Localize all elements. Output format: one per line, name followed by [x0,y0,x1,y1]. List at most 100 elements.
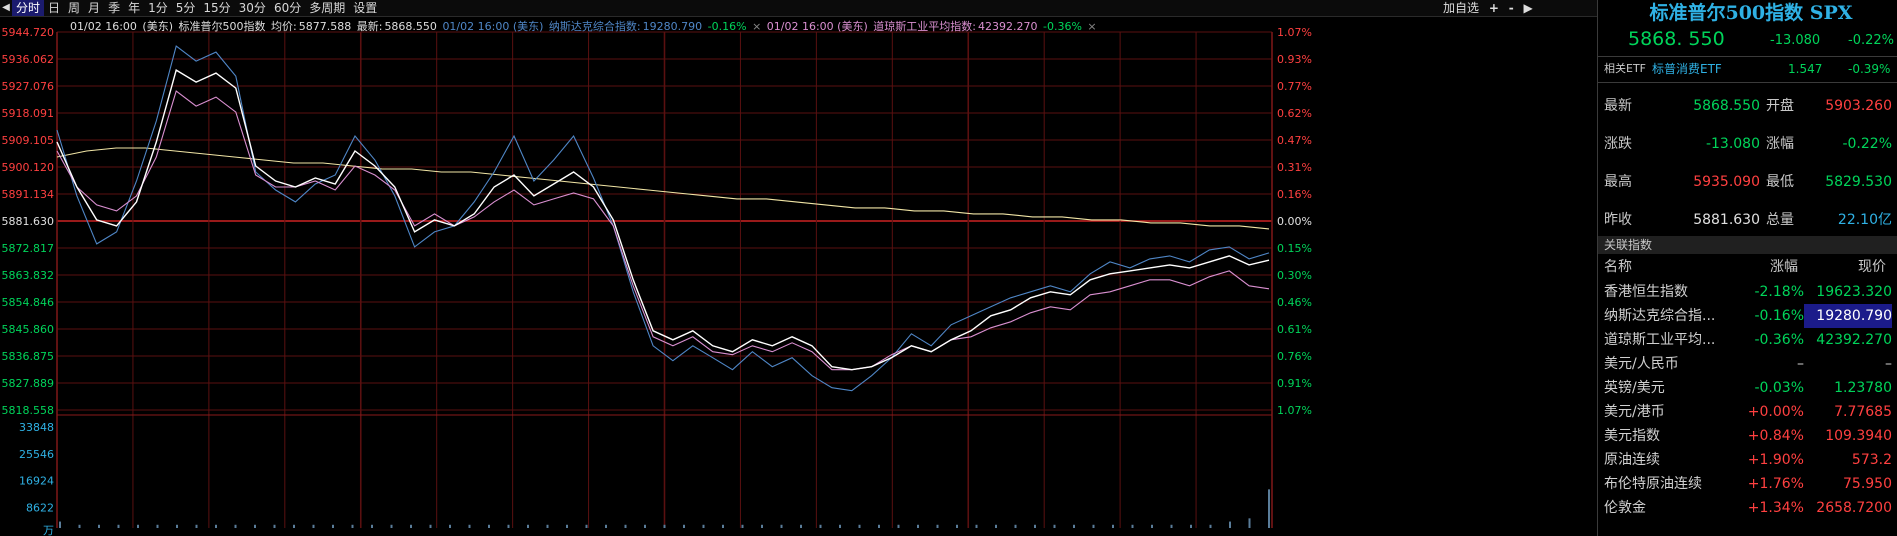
quote-label: 最高 [1604,174,1632,190]
volume-bar [1092,524,1095,528]
related-item[interactable]: 道琼斯工业平均... -0.36% 42392.270 [1598,328,1897,352]
price-tick-label: 5863.832 [2,269,55,282]
period-tab-10[interactable]: 60分 [270,0,305,16]
related-item[interactable]: 布伦特原油连续 +1.76% 75.950 [1598,472,1897,496]
pct-tick-label: 0.93% [1277,53,1312,66]
related-price: 19280.790 [1804,304,1892,328]
related-name: 香港恒生指数 [1604,284,1688,300]
quote-value: 5868.550 [1693,98,1760,114]
divider [1598,82,1897,83]
volume-bar [1112,524,1114,528]
related-item[interactable]: 伦敦金 +1.34% 2658.7200 [1598,496,1897,520]
period-tab-9[interactable]: 30分 [235,0,270,16]
period-tab-8[interactable]: 15分 [199,0,234,16]
volume-bar [117,524,120,528]
related-item[interactable]: 英镑/美元 -0.03% 1.23780 [1598,376,1897,400]
intraday-chart[interactable]: 5944.720 1.07% 5936.062 0.93% 5927.076 0.77% 5… [0,0,1597,536]
info-name: 标准普尔500指数 [178,20,266,33]
price-tick-label: 5881.630 [2,215,55,228]
volume-tick-label: 16924 [19,475,54,488]
chart-area[interactable]: ◀ 分时日周月季年 1分 5分 15分 30分 60分 多周期 设置 加自选 + - ▶ 01… [0,0,1597,536]
volume-bar [488,524,490,528]
volume-bar [1268,489,1270,528]
related-item[interactable]: 纳斯达克综合指... -0.16% 19280.790 [1598,304,1897,328]
related-item[interactable]: 美元指数 +0.84% 109.3940 [1598,424,1897,448]
related-pct: -0.16% [1754,308,1804,324]
related-price: 573.2 [1851,452,1892,468]
related-item[interactable]: 美元/港币 +0.00% 7.77685 [1598,400,1897,424]
overlay2-close-icon[interactable]: × [1087,20,1096,33]
related-item[interactable]: 美元/人民币 – – [1598,352,1897,376]
volume-bar [644,524,646,528]
related-price: 1.23780 [1834,380,1892,396]
volume-bar [78,524,81,528]
related-etf-row[interactable]: 相关ETF 标普消费ETF 1.547 -0.39% [1598,60,1897,78]
price-tick-label: 5918.091 [2,107,55,120]
overlay1-close-icon[interactable]: × [752,20,761,33]
related-item[interactable]: 香港恒生指数 -2.18% 19623.320 [1598,280,1897,304]
period-tab-3[interactable]: 月 [84,0,104,16]
related-item[interactable]: 原油连续 +1.90% 573.2 [1598,448,1897,472]
volume-bar [449,524,451,528]
etf-price: 1.547 [1788,62,1823,76]
related-indices-header: 关联指数 [1598,236,1897,254]
volume-bar [1131,524,1134,528]
pct-tick-label: 1.07% [1277,26,1312,39]
quote-label: 最新 [1604,98,1632,114]
volume-bar [254,524,256,528]
period-tab-11[interactable]: 多周期 [305,0,349,16]
period-tab-4[interactable]: 季 [104,0,124,16]
scroll-right-icon[interactable]: ▶ [1521,0,1536,16]
pct-tick-label: 0.77% [1277,80,1312,93]
price-change: -13.080 [1770,33,1821,48]
related-pct: +1.90% [1747,452,1804,468]
related-name: 美元/人民币 [1604,356,1679,372]
zoom-out-button[interactable]: - [1506,0,1517,16]
period-tab-12[interactable]: 设置 [349,0,381,16]
price-tick-label: 5818.558 [2,404,55,417]
volume-bar [917,524,919,528]
period-tabs: 分时日周月季年 1分 5分 15分 30分 60分 多周期 设置 [12,0,381,16]
overlay1-time: 01/02 16:00 (美东) [442,20,544,33]
period-tab-5[interactable]: 年 [124,0,144,16]
add-watch-button[interactable]: 加自选 [1440,0,1482,16]
volume-bar [566,524,568,528]
pct-tick-label: 0.16% [1277,188,1312,201]
price-tick-label: 5927.076 [2,80,55,93]
period-tab-2[interactable]: 周 [64,0,84,16]
volume-bar [1209,524,1212,528]
series-line-2 [56,90,1270,371]
pct-tick-label: 1.07% [1277,404,1312,417]
pct-tick-label: 0.15% [1277,242,1312,255]
index-title: 标准普尔500指数 SPX [1649,2,1853,24]
period-tab-1[interactable]: 日 [44,0,64,16]
volume-bar [975,524,978,528]
volume-bar [897,524,900,528]
quote-value: 5903.260 [1825,98,1892,114]
volume-bar [234,524,237,528]
quote-row: 最高 5935.090 最低 5829.530 [1598,164,1897,200]
related-name: 布伦特原油连续 [1604,476,1702,492]
overlay2-time: 01/02 16:00 (美东) [766,20,868,33]
volume-bar [351,524,354,528]
toolbar-right: 加自选 + - ▶ [1440,0,1536,16]
related-name: 美元/港币 [1604,404,1665,420]
period-tab-0[interactable]: 分时 [12,0,45,16]
zoom-in-button[interactable]: + [1486,0,1502,16]
related-pct: -0.36% [1754,332,1804,348]
period-tab-7[interactable]: 5分 [172,0,200,16]
volume-bar [995,524,997,528]
volume-bar [839,524,841,528]
volume-bar [761,524,763,528]
related-price: 75.950 [1843,476,1892,492]
overlay2-pct: -0.36% [1042,20,1082,33]
quote-value: 5935.090 [1693,174,1760,190]
period-tab-6[interactable]: 1分 [144,0,172,16]
volume-bar [195,524,198,528]
etf-name[interactable]: 标普消费ETF [1652,60,1722,78]
quote-panel: 标准普尔500指数 SPX 5868. 550 -13.080 -0.22% 相… [1597,0,1897,536]
volume-bar [585,524,588,528]
scroll-left-icon[interactable]: ◀ [0,0,12,16]
quote-row: 涨跌 -13.080 涨幅 -0.22% [1598,126,1897,162]
series-line-3 [56,147,1270,230]
